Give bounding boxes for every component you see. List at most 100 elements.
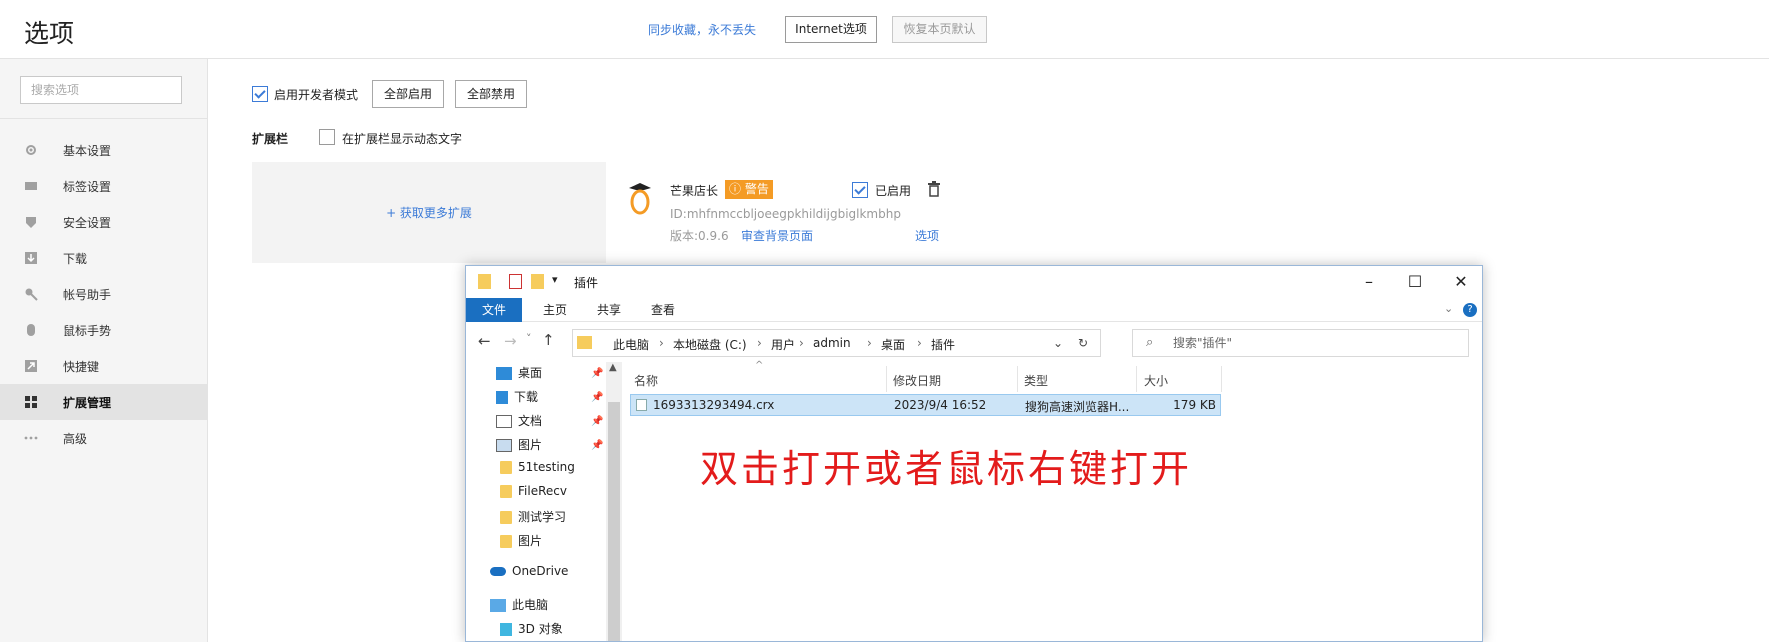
extension-options-link[interactable]: 选项	[915, 227, 939, 244]
sidebar-item-advanced[interactable]: 高级	[0, 420, 207, 456]
sidebar-item-download[interactable]: 下载	[0, 240, 207, 276]
extension-id: ID:mhfnmccbljoeegpkhildijgbiglkmbhp	[670, 207, 901, 221]
tree-label: 图片	[518, 534, 543, 548]
folder-icon	[500, 461, 512, 474]
view-background-page-link[interactable]: 审查背景页面	[741, 227, 813, 244]
sidebar-item-security[interactable]: 安全设置	[0, 204, 207, 240]
tree-item-this-pc[interactable]: 此电脑	[490, 596, 548, 618]
sidebar-item-extensions[interactable]: 扩展管理	[0, 384, 207, 420]
help-icon[interactable]: ?	[1463, 303, 1477, 317]
column-date[interactable]: 修改日期	[893, 372, 941, 389]
scrollbar-thumb[interactable]	[608, 402, 620, 641]
pin-icon[interactable]: 📌	[591, 416, 603, 427]
disable-all-button[interactable]: 全部禁用	[455, 80, 527, 108]
folder-icon	[500, 535, 512, 548]
tree-item-51testing[interactable]: 51testing	[500, 460, 575, 482]
tree-label: 3D 对象	[518, 622, 563, 636]
dev-mode-checkbox[interactable]	[252, 86, 268, 102]
column-divider[interactable]	[1017, 366, 1018, 392]
get-more-extensions-link[interactable]: + 获取更多扩展	[252, 204, 606, 221]
pin-icon[interactable]: 📌	[591, 392, 603, 403]
column-divider[interactable]	[886, 366, 887, 392]
tree-item-test-study[interactable]: 测试学习	[500, 508, 566, 530]
column-size[interactable]: 大小	[1144, 372, 1168, 389]
maximize-button[interactable]: ☐	[1392, 270, 1438, 294]
recent-dropdown-icon[interactable]: ˅	[526, 332, 532, 345]
tree-item-3d-objects[interactable]: 3D 对象	[500, 620, 563, 641]
refresh-icon[interactable]: ↻	[1078, 336, 1088, 350]
address-row: ← → ˅ ↑ 此电脑 本地磁盘 (C:) 用户 admin 桌面 插件 › ›…	[466, 322, 1482, 362]
tree-item-pictures[interactable]: 图片	[496, 436, 542, 458]
scroll-up-icon[interactable]: ▲	[609, 362, 617, 373]
sidebar-item-label: 安全设置	[63, 216, 112, 230]
extensions-icon	[25, 396, 37, 408]
shield-icon	[26, 217, 36, 228]
navigation-scrollbar[interactable]: ▲	[606, 362, 622, 641]
ribbon: 文件 主页 共享 查看 ⌄ ?	[466, 298, 1482, 322]
properties-icon[interactable]	[509, 274, 522, 289]
ribbon-expand-icon[interactable]: ⌄	[1444, 302, 1453, 315]
tab-file[interactable]: 文件	[466, 298, 522, 322]
extension-enabled-checkbox[interactable]	[852, 182, 868, 198]
tab-share[interactable]: 共享	[584, 298, 634, 322]
tree-label: 测试学习	[518, 510, 567, 524]
sort-ascending-icon: ^	[755, 360, 764, 371]
trash-icon[interactable]	[927, 181, 941, 197]
sidebar-item-basic[interactable]: 基本设置	[0, 132, 207, 168]
tree-item-desktop[interactable]: 桌面	[496, 364, 542, 386]
pin-icon[interactable]: 📌	[591, 440, 603, 451]
close-button[interactable]: ✕	[1438, 270, 1482, 294]
tree-label: 桌面	[518, 366, 543, 380]
sidebar-item-tabs[interactable]: 标签设置	[0, 168, 207, 204]
desktop-icon	[496, 367, 512, 380]
minimize-button[interactable]: –	[1346, 270, 1392, 294]
restore-defaults-button[interactable]: 恢复本页默认	[892, 16, 987, 43]
chevron-right-icon: ›	[757, 336, 762, 350]
tree-item-documents[interactable]: 文档	[496, 412, 542, 434]
download-icon	[496, 391, 508, 404]
enable-all-button[interactable]: 全部启用	[372, 80, 444, 108]
sidebar-item-shortcuts[interactable]: 快捷键	[0, 348, 207, 384]
sidebar-item-label: 扩展管理	[63, 396, 112, 410]
tab-view[interactable]: 查看	[638, 298, 688, 322]
address-bar[interactable]: 此电脑 本地磁盘 (C:) 用户 admin 桌面 插件 › › › › › ⌄…	[572, 329, 1101, 357]
tree-item-onedrive[interactable]: OneDrive	[490, 564, 568, 586]
search-options-input[interactable]: 搜索选项	[20, 76, 182, 104]
column-name[interactable]: 名称	[634, 372, 658, 389]
up-arrow-icon[interactable]: ↑	[542, 331, 555, 349]
quick-access-dropdown-icon[interactable]: ▾	[552, 273, 558, 286]
tree-item-filerecv[interactable]: FileRecv	[500, 484, 567, 506]
gear-icon	[26, 145, 36, 155]
sidebar-item-label: 标签设置	[63, 180, 112, 194]
column-divider[interactable]	[1136, 366, 1137, 392]
sidebar-item-mouse-gestures[interactable]: 鼠标手势	[0, 312, 207, 348]
navigation-pane: 桌面 下载 文档 图片 📌 📌 📌 📌 51testing FileRecv 测…	[466, 362, 622, 641]
tree-item-pictures-folder[interactable]: 图片	[500, 532, 542, 554]
download-icon	[25, 252, 37, 264]
column-type[interactable]: 类型	[1024, 372, 1048, 389]
breadcrumb-admin[interactable]: admin	[813, 336, 851, 350]
tab-home[interactable]: 主页	[530, 298, 580, 322]
address-dropdown-icon[interactable]: ⌄	[1053, 336, 1063, 350]
pin-icon[interactable]: 📌	[591, 368, 603, 379]
file-size: 179 KB	[1173, 398, 1216, 412]
internet-options-button[interactable]: Internet选项	[785, 16, 877, 43]
column-divider[interactable]	[1221, 366, 1222, 392]
sync-link[interactable]: 同步收藏，永不丢失	[648, 21, 756, 38]
file-row[interactable]: 1693313293494.crx 2023/9/4 16:52 搜狗高速浏览器…	[630, 394, 1221, 416]
crx-file-icon	[636, 399, 647, 411]
dynamic-text-checkbox[interactable]	[319, 129, 335, 145]
dynamic-text-label: 在扩展栏显示动态文字	[342, 132, 463, 146]
breadcrumb-users[interactable]: 用户	[771, 336, 795, 353]
breadcrumb-plugins[interactable]: 插件	[931, 336, 955, 353]
tree-item-downloads[interactable]: 下载	[496, 388, 538, 410]
sidebar-item-account[interactable]: 帐号助手	[0, 276, 207, 312]
breadcrumb-this-pc[interactable]: 此电脑	[613, 336, 649, 353]
back-arrow-icon[interactable]: ←	[478, 332, 491, 350]
new-folder-icon[interactable]	[531, 274, 544, 289]
key-icon	[25, 288, 38, 301]
breadcrumb-local-disk[interactable]: 本地磁盘 (C:)	[673, 336, 747, 353]
forward-arrow-icon[interactable]: →	[504, 332, 517, 350]
breadcrumb-desktop[interactable]: 桌面	[881, 336, 905, 353]
explorer-search-input[interactable]: 搜索"插件"	[1132, 329, 1469, 357]
